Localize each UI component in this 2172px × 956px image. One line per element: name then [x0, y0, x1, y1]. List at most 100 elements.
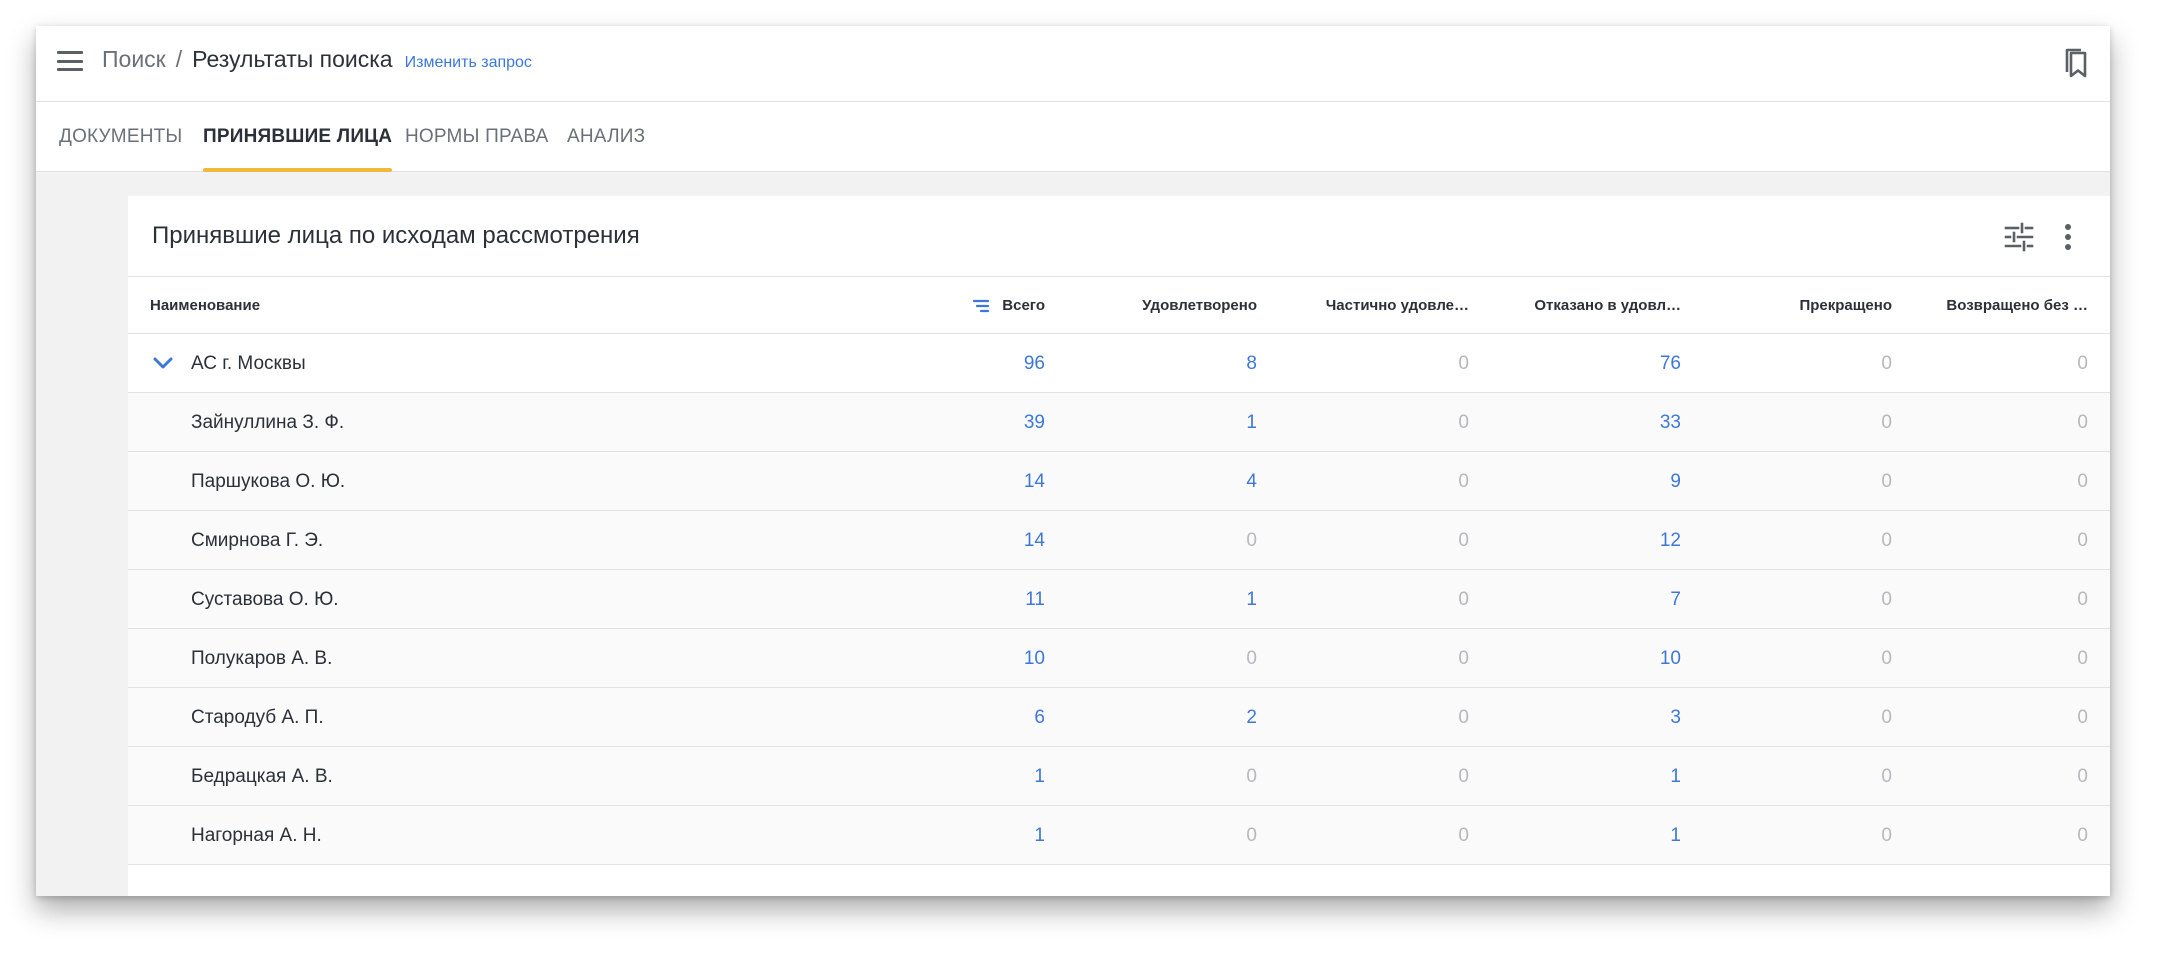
cell-total[interactable]: 10	[925, 629, 1045, 688]
edit-query-link[interactable]: Изменить запрос	[405, 54, 532, 72]
column-header-returned[interactable]: Возвращено без …	[1912, 277, 2088, 334]
cell-terminated: 0	[1881, 648, 1892, 669]
cell-returned: 0	[2077, 353, 2088, 374]
cell-terminated: 0	[1881, 412, 1892, 433]
cell-partially-satisfied: 0	[1458, 530, 1469, 551]
cell-satisfied[interactable]: 1	[1137, 393, 1257, 452]
card-title: Принявшие лица по исходам рассмотрения	[152, 222, 640, 249]
cell-partially-satisfied: 0	[1458, 766, 1469, 787]
cell-terminated: 0	[1881, 530, 1892, 551]
cell-terminated: 0	[1881, 589, 1892, 610]
cell-total[interactable]: 14	[925, 511, 1045, 570]
cell-returned: 0	[2077, 825, 2088, 846]
sort-icon[interactable]	[972, 299, 990, 313]
table-row[interactable]: Стародуб А. П. 6 2 0 3 0 0	[128, 688, 2110, 747]
cell-returned: 0	[2077, 707, 2088, 728]
cell-total[interactable]: 6	[925, 688, 1045, 747]
cell-satisfied: 0	[1246, 825, 1257, 846]
cell-total[interactable]: 1	[925, 806, 1045, 865]
cell-satisfied: 0	[1246, 648, 1257, 669]
cell-returned: 0	[2077, 471, 2088, 492]
chevron-down-icon[interactable]	[152, 353, 174, 373]
table-body: АС г. Москвы 96 8 0 76 0 0 Зайнуллина З. Ф. 39 1 0…	[128, 334, 2110, 865]
cell-denied[interactable]: 1	[1561, 747, 1681, 806]
column-header-satisfied[interactable]: Удовлетворено	[1128, 277, 1257, 334]
cell-total[interactable]: 14	[925, 452, 1045, 511]
row-name: Бедрацкая А. В.	[191, 766, 333, 787]
cell-returned: 0	[2077, 589, 2088, 610]
tab-bar: ДОКУМЕНТЫ ПРИНЯВШИЕ ЛИЦА НОРМЫ ПРАВА АНА…	[36, 102, 2110, 172]
page-title: Результаты поиска	[192, 46, 393, 72]
tab-documents[interactable]: ДОКУМЕНТЫ	[59, 102, 182, 172]
cell-returned: 0	[2077, 412, 2088, 433]
cell-satisfied[interactable]: 8	[1137, 334, 1257, 393]
cell-denied[interactable]: 10	[1561, 629, 1681, 688]
breadcrumb-separator: /	[175, 46, 183, 72]
cell-denied[interactable]: 1	[1561, 806, 1681, 865]
cell-satisfied[interactable]: 4	[1137, 452, 1257, 511]
column-header-total-label: Всего	[1002, 297, 1045, 314]
row-name: Смирнова Г. Э.	[191, 530, 324, 551]
cell-partially-satisfied: 0	[1458, 412, 1469, 433]
cell-denied[interactable]: 7	[1561, 570, 1681, 629]
table-row[interactable]: Смирнова Г. Э. 14 0 0 12 0 0	[128, 511, 2110, 570]
cell-partially-satisfied: 0	[1458, 648, 1469, 669]
tab-legal-norms[interactable]: НОРМЫ ПРАВА	[405, 102, 549, 172]
cell-partially-satisfied: 0	[1458, 589, 1469, 610]
cell-denied[interactable]: 12	[1561, 511, 1681, 570]
cell-denied[interactable]: 9	[1561, 452, 1681, 511]
row-name: Стародуб А. П.	[191, 707, 324, 728]
row-name: Зайнуллина З. Ф.	[191, 412, 345, 433]
results-card: Принявшие лица по исходам рассмотрения Н…	[128, 196, 2110, 896]
cell-terminated: 0	[1881, 471, 1892, 492]
cell-total[interactable]: 39	[925, 393, 1045, 452]
table-group-row[interactable]: АС г. Москвы 96 8 0 76 0 0	[128, 334, 2110, 393]
column-header-total[interactable]: Всего	[928, 277, 1045, 334]
table-row[interactable]: Полукаров А. В. 10 0 0 10 0 0	[128, 629, 2110, 688]
row-name: Полукаров А. В.	[191, 648, 333, 669]
cell-satisfied[interactable]: 2	[1137, 688, 1257, 747]
breadcrumb: Поиск / Результаты поиска Изменить запро…	[102, 46, 532, 80]
table-row[interactable]: Нагорная А. Н. 1 0 0 1 0 0	[128, 806, 2110, 865]
app-window: Поиск / Результаты поиска Изменить запро…	[36, 26, 2110, 896]
tab-analysis[interactable]: АНАЛИЗ	[567, 102, 645, 172]
cell-returned: 0	[2077, 766, 2088, 787]
bookmarks-icon[interactable]	[2062, 47, 2092, 79]
top-bar: Поиск / Результаты поиска Изменить запро…	[36, 26, 2110, 102]
table-row[interactable]: Бедрацкая А. В. 1 0 0 1 0 0	[128, 747, 2110, 806]
breadcrumb-search[interactable]: Поиск	[102, 46, 166, 73]
row-name: Суставова О. Ю.	[191, 589, 339, 610]
cell-denied[interactable]: 76	[1561, 334, 1681, 393]
card-header: Принявшие лица по исходам рассмотрения	[128, 196, 2110, 277]
table-row[interactable]: Суставова О. Ю. 11 1 0 7 0 0	[128, 570, 2110, 629]
cell-terminated: 0	[1881, 825, 1892, 846]
cell-denied[interactable]: 33	[1561, 393, 1681, 452]
cell-satisfied[interactable]: 1	[1137, 570, 1257, 629]
cell-total[interactable]: 1	[925, 747, 1045, 806]
cell-denied[interactable]: 3	[1561, 688, 1681, 747]
table-row[interactable]: Паршукова О. Ю. 14 4 0 9 0 0	[128, 452, 2110, 511]
row-name: АС г. Москвы	[191, 353, 306, 374]
cell-partially-satisfied: 0	[1458, 825, 1469, 846]
cell-total[interactable]: 11	[925, 570, 1045, 629]
cell-partially-satisfied: 0	[1458, 471, 1469, 492]
cell-partially-satisfied: 0	[1458, 707, 1469, 728]
tab-decision-makers[interactable]: ПРИНЯВШИЕ ЛИЦА	[203, 102, 393, 172]
table-header: Наименование Всего Удовлетворено Частичн…	[128, 277, 2110, 334]
column-header-denied[interactable]: Отказано в удовл…	[1488, 277, 1681, 334]
row-name: Нагорная А. Н.	[191, 825, 322, 846]
cell-terminated: 0	[1881, 353, 1892, 374]
cell-terminated: 0	[1881, 707, 1892, 728]
more-vert-icon[interactable]	[2062, 222, 2074, 252]
cell-terminated: 0	[1881, 766, 1892, 787]
column-header-name[interactable]: Наименование	[150, 277, 550, 334]
row-name: Паршукова О. Ю.	[191, 471, 346, 492]
cell-partially-satisfied: 0	[1458, 353, 1469, 374]
cell-total[interactable]: 96	[925, 334, 1045, 393]
menu-icon[interactable]	[57, 51, 83, 71]
column-header-partially-satisfied[interactable]: Частично удовле…	[1288, 277, 1469, 334]
cell-returned: 0	[2077, 530, 2088, 551]
column-header-terminated[interactable]: Прекращено	[1728, 277, 1892, 334]
table-row[interactable]: Зайнуллина З. Ф. 39 1 0 33 0 0	[128, 393, 2110, 452]
tune-icon[interactable]	[2004, 222, 2034, 252]
